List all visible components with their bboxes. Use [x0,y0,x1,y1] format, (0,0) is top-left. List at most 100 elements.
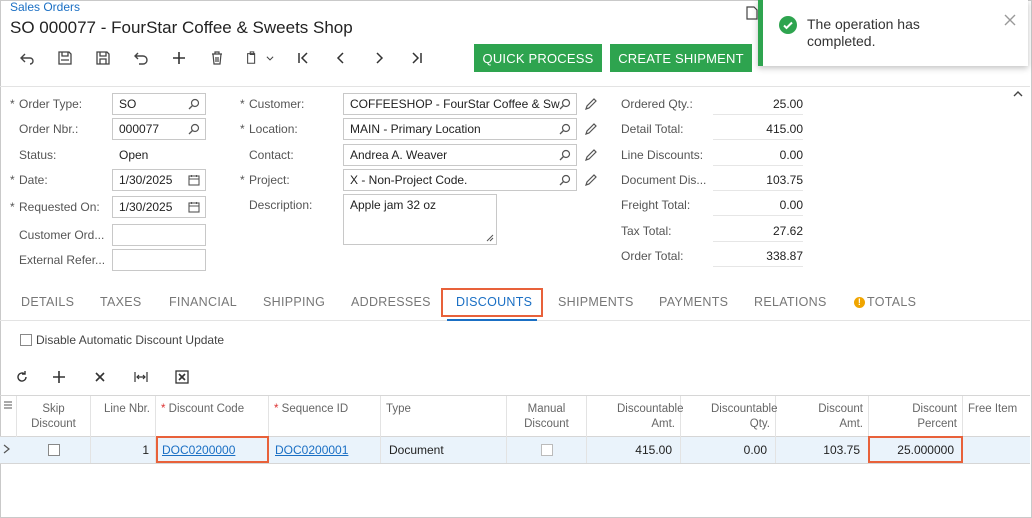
grid-settings-icon [4,401,12,409]
col-discount-code-label: Discount Code [168,403,245,415]
col-sequence-id[interactable]: * Sequence ID [269,396,381,437]
refresh-button[interactable] [6,366,38,388]
col-type[interactable]: Type [381,396,507,437]
row-selector-header[interactable] [0,396,17,437]
save-close-button[interactable] [46,44,84,72]
col-free-item[interactable]: Free Item [963,396,1030,437]
manual-discount-checkbox[interactable] [540,444,553,456]
requested-on-label: Requested On: [10,200,100,214]
description-field[interactable]: Apple jam 32 oz [343,194,497,245]
customer-ord-label: Customer Ord... [19,228,105,242]
last-icon [412,52,422,64]
create-shipment-button[interactable]: CREATE SHIPMENT [610,44,752,72]
tab-shipments[interactable]: SHIPMENTS [558,295,634,309]
tab-totals[interactable]: ! TOTALS [854,295,916,309]
col-discountable-amt[interactable]: Discountable Amt. [587,396,683,437]
breadcrumb[interactable]: Sales Orders [10,0,80,14]
customer-field[interactable]: COFFEESHOP - FourStar Coffee & Sw [343,93,577,115]
save-button[interactable] [84,44,122,72]
header-divider [0,86,1030,87]
sequence-id-link[interactable]: DOC0200001 [269,437,381,463]
tab-addresses[interactable]: ADDRESSES [351,295,431,309]
project-field[interactable]: X - Non-Project Code. [343,169,577,191]
tab-relations[interactable]: RELATIONS [754,295,827,309]
col-discount-percent[interactable]: Discount Percent [869,396,963,437]
search-icon[interactable] [188,123,200,135]
notes-icon[interactable] [746,6,758,20]
discountable-amt-cell[interactable]: 415.00 [587,437,681,463]
add-button[interactable] [160,44,198,72]
edit-pencil-icon[interactable] [584,97,598,111]
delete-button[interactable] [198,44,236,72]
chevron-up-icon[interactable] [1012,88,1024,100]
required-marker: * [274,403,282,415]
close-icon[interactable] [1004,14,1016,26]
status-label: Status: [19,148,57,162]
search-icon[interactable] [559,98,571,110]
total-value: 0.00 [713,148,803,166]
back-button[interactable] [8,44,46,72]
col-manual-discount[interactable]: Manual Discount [507,396,587,437]
calendar-icon[interactable] [188,174,200,186]
tab-financial[interactable]: FINANCIAL [169,295,237,309]
tab-taxes[interactable]: TAXES [100,295,142,309]
next-record-button[interactable] [360,44,398,72]
disable-discount-update[interactable]: Disable Automatic Discount Update [20,333,224,347]
search-icon[interactable] [559,123,571,135]
contact-value: Andrea A. Weaver [350,148,448,162]
first-record-button[interactable] [284,44,322,72]
tab-totals-label: TOTALS [867,295,917,309]
fit-width-icon [133,372,148,382]
skip-discount-checkbox[interactable] [47,444,60,456]
copy-paste-button[interactable] [236,44,284,72]
cancel-button[interactable] [122,44,160,72]
last-record-button[interactable] [398,44,436,72]
previous-record-button[interactable] [322,44,360,72]
close-icon [94,372,105,382]
edit-pencil-icon[interactable] [584,122,598,136]
tab-shipping[interactable]: SHIPPING [263,295,325,309]
search-icon[interactable] [559,149,571,161]
order-nbr-field[interactable]: 000077 [112,118,206,140]
fit-columns-button[interactable] [120,366,161,388]
discountable-qty-cell[interactable]: 0.00 [681,437,776,463]
free-item-cell[interactable] [963,437,1030,463]
requested-on-field[interactable]: 1/30/2025 [112,196,206,218]
quick-process-button[interactable]: QUICK PROCESS [474,44,602,72]
grid-header: Skip Discount Line Nbr. * Discount Code … [0,395,1030,437]
col-discount-amt[interactable]: Discount Amt. [776,396,869,437]
order-type-field[interactable]: SO [112,93,206,115]
col-line-nbr[interactable]: Line Nbr. [91,396,156,437]
skip-discount-cell[interactable] [17,437,91,463]
first-icon [298,52,308,64]
customer-ord-field[interactable] [112,224,206,246]
resize-grip-icon[interactable] [486,234,494,242]
search-icon[interactable] [188,98,200,110]
discount-amt-cell[interactable]: 103.75 [776,437,869,463]
date-field[interactable]: 1/30/2025 [112,169,206,191]
tab-payments[interactable]: PAYMENTS [659,295,728,309]
disable-discount-checkbox[interactable] [20,334,32,346]
date-label: Date: [10,173,48,187]
edit-pencil-icon[interactable] [584,173,598,187]
external-refer-field[interactable] [112,249,206,271]
calendar-icon[interactable] [188,201,200,213]
col-skip-discount[interactable]: Skip Discount [17,396,91,437]
location-field[interactable]: MAIN - Primary Location [343,118,577,140]
tab-details[interactable]: DETAILS [21,295,74,309]
contact-field[interactable]: Andrea A. Weaver [343,144,577,166]
edit-pencil-icon[interactable] [584,148,598,162]
search-icon[interactable] [559,174,571,186]
manual-discount-cell[interactable] [507,437,587,463]
add-row-button[interactable] [38,366,79,388]
active-tab-indicator [447,319,537,321]
plus-icon [52,371,65,383]
refresh-icon [17,371,27,382]
chevron-right-icon [376,52,384,64]
type-cell[interactable]: Document [381,437,507,463]
status-value: Open [119,148,149,162]
delete-row-button[interactable] [79,366,120,388]
col-discount-code[interactable]: * Discount Code [156,396,269,437]
col-discountable-qty[interactable]: Discountable Qty. [681,396,777,437]
export-excel-button[interactable] [161,366,202,388]
